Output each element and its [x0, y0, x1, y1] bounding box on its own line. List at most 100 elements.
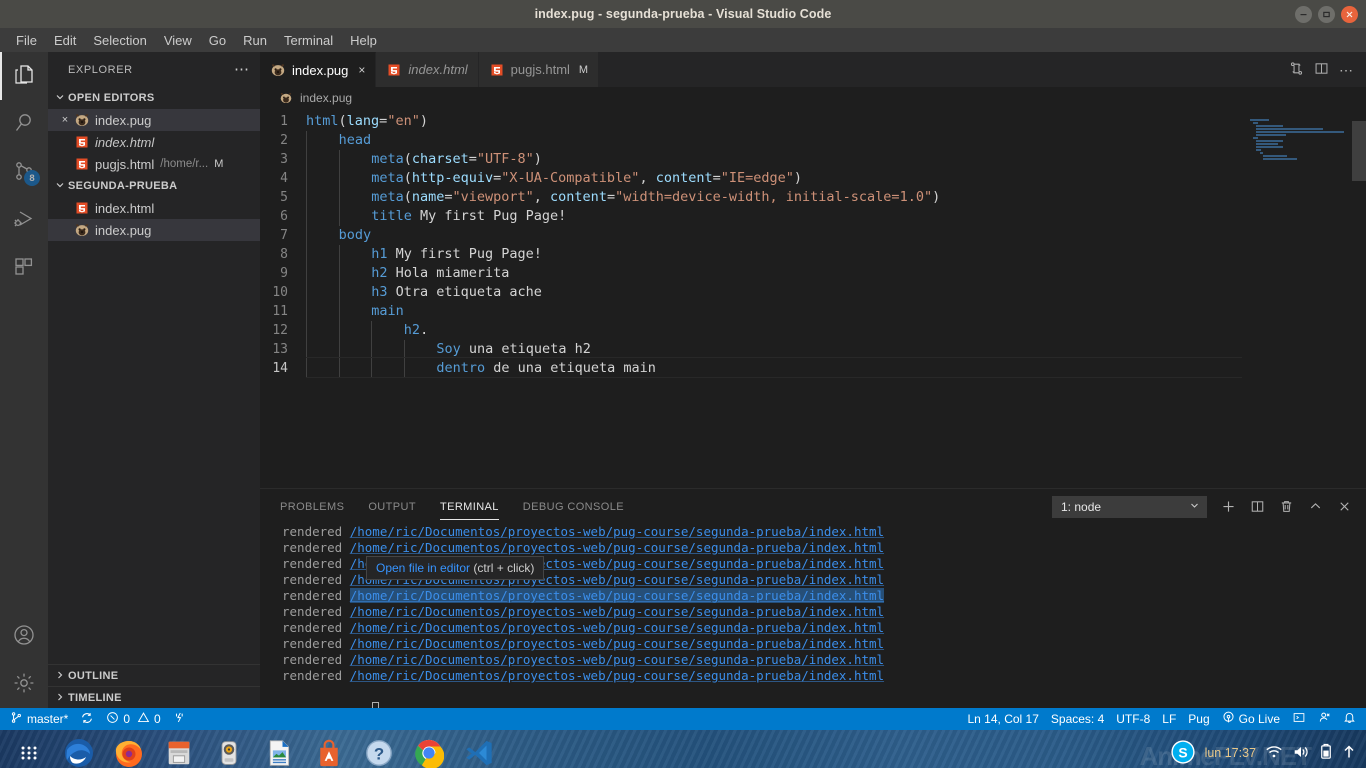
- breadcrumb-label[interactable]: index.pug: [300, 91, 352, 105]
- status-encoding[interactable]: UTF-8: [1110, 708, 1156, 730]
- panel-tab-problems[interactable]: PROBLEMS: [280, 489, 344, 524]
- terminal-file-link[interactable]: /home/ric/Documentos/proyectos-web/pug-c…: [350, 620, 884, 635]
- timeline-section-header[interactable]: TIMELINE: [48, 686, 260, 708]
- status-language-mode[interactable]: Pug: [1182, 708, 1215, 730]
- terminal-selector[interactable]: 1: node: [1052, 495, 1207, 518]
- thunderbird-icon[interactable]: [56, 730, 102, 768]
- terminal-file-link[interactable]: /home/ric/Documentos/proyectos-web/pug-c…: [350, 668, 884, 683]
- code-editor[interactable]: 1 html(lang="en") 2 head 3 meta(charset="UTF-…: [260, 109, 1366, 488]
- maximize-button[interactable]: [1318, 5, 1335, 23]
- activity-search[interactable]: [0, 100, 48, 148]
- panel-tab-terminal[interactable]: TERMINAL: [439, 489, 499, 524]
- minimap[interactable]: [1242, 109, 1352, 488]
- dropdown-icon[interactable]: [1342, 744, 1356, 763]
- open-editor-index-pug[interactable]: × index.pug: [48, 109, 260, 131]
- files-manager-icon[interactable]: [156, 730, 202, 768]
- menu-help[interactable]: Help: [342, 31, 385, 50]
- tab-index-html[interactable]: index.html: [376, 52, 479, 87]
- status-eol[interactable]: LF: [1156, 708, 1182, 730]
- file-tree-index-html[interactable]: index.html: [48, 197, 260, 219]
- menu-edit[interactable]: Edit: [46, 31, 84, 50]
- volume-icon[interactable]: [1292, 744, 1310, 763]
- code-line[interactable]: 14 dentro de una etiqueta main: [260, 357, 1366, 378]
- code-line[interactable]: 3 meta(charset="UTF-8"): [260, 150, 1366, 169]
- status-branch[interactable]: master*: [4, 708, 74, 730]
- code-line[interactable]: 12 h2.: [260, 321, 1366, 340]
- open-editors-section-header[interactable]: OPEN EDITORS: [48, 87, 260, 109]
- activity-extensions[interactable]: [0, 244, 48, 292]
- app-grid-icon[interactable]: [6, 730, 52, 768]
- vscode-icon[interactable]: [456, 730, 502, 768]
- activity-source-control[interactable]: 8: [0, 148, 48, 196]
- taskbar-clock[interactable]: lun 17:37: [1205, 746, 1256, 760]
- status-open-terminal[interactable]: [1286, 708, 1312, 730]
- menu-file[interactable]: File: [8, 31, 45, 50]
- terminal-file-link[interactable]: /home/ric/Documentos/proyectos-web/pug-c…: [350, 524, 884, 539]
- terminal-file-link[interactable]: /home/ric/Documentos/proyectos-web/pug-c…: [350, 652, 884, 667]
- code-line[interactable]: 7 body: [260, 226, 1366, 245]
- code-line[interactable]: 4 meta(http-equiv = "X-UA-Compatible", cont…: [260, 169, 1366, 188]
- new-terminal-icon[interactable]: [1221, 499, 1236, 514]
- libreoffice-icon[interactable]: [256, 730, 302, 768]
- code-line[interactable]: 1 html(lang="en"): [260, 112, 1366, 131]
- kill-terminal-icon[interactable]: [1279, 499, 1294, 514]
- close-icon[interactable]: ×: [56, 114, 74, 126]
- status-feedback[interactable]: [1312, 708, 1337, 730]
- minimize-button[interactable]: [1295, 5, 1312, 23]
- status-problems[interactable]: 0 0: [100, 708, 166, 730]
- code-line[interactable]: 5 meta(name="viewport", content="width=de…: [260, 188, 1366, 207]
- help-icon[interactable]: ?: [356, 730, 402, 768]
- code-line[interactable]: 6 title My first Pug Page!: [260, 207, 1366, 226]
- explorer-more-icon[interactable]: ⋯: [234, 62, 250, 77]
- more-actions-icon[interactable]: ⋯: [1339, 63, 1354, 77]
- status-cursor-position[interactable]: Ln 14, Col 17: [962, 708, 1045, 730]
- split-pug-preview-icon[interactable]: [1289, 61, 1304, 79]
- split-terminal-icon[interactable]: [1250, 499, 1265, 514]
- open-editor-pugjs-html[interactable]: pugjs.html /home/r... M: [48, 153, 260, 175]
- activity-run-debug[interactable]: [0, 196, 48, 244]
- file-tree-index-pug[interactable]: index.pug: [48, 219, 260, 241]
- panel-tab-output[interactable]: OUTPUT: [368, 489, 416, 524]
- scrollbar-thumb[interactable]: [1352, 121, 1366, 181]
- menu-go[interactable]: Go: [201, 31, 234, 50]
- menu-view[interactable]: View: [156, 31, 200, 50]
- rhythmbox-icon[interactable]: [206, 730, 252, 768]
- close-button[interactable]: [1341, 5, 1358, 23]
- code-line[interactable]: 13 Soy una etiqueta h2: [260, 340, 1366, 359]
- status-indentation[interactable]: Spaces: 4: [1045, 708, 1110, 730]
- activity-settings[interactable]: [0, 660, 48, 708]
- open-editor-index-html[interactable]: index.html: [48, 131, 260, 153]
- activity-explorer[interactable]: [0, 52, 48, 100]
- editor-scrollbar[interactable]: [1352, 109, 1366, 488]
- menu-terminal[interactable]: Terminal: [276, 31, 341, 50]
- code-line[interactable]: 11 main: [260, 302, 1366, 321]
- status-ports[interactable]: [167, 708, 192, 730]
- status-go-live[interactable]: Go Live: [1216, 708, 1286, 730]
- code-line[interactable]: 8 h1 My first Pug Page!: [260, 245, 1366, 264]
- activity-accounts[interactable]: [0, 612, 48, 660]
- code-line[interactable]: 2 head: [260, 131, 1366, 150]
- folder-section-header[interactable]: SEGUNDA-PRUEBA: [48, 175, 260, 197]
- panel-tab-debug-console[interactable]: DEBUG CONSOLE: [523, 489, 624, 524]
- battery-icon[interactable]: [1319, 743, 1333, 763]
- wifi-icon[interactable]: [1265, 744, 1283, 763]
- maximize-panel-icon[interactable]: [1308, 499, 1323, 514]
- status-notifications[interactable]: [1337, 708, 1362, 730]
- code-line[interactable]: 9 h2 Hola miamerita: [260, 264, 1366, 283]
- menu-run[interactable]: Run: [235, 31, 275, 50]
- terminal-file-link[interactable]: /home/ric/Documentos/proyectos-web/pug-c…: [349, 588, 885, 603]
- firefox-icon[interactable]: [106, 730, 152, 768]
- chrome-icon[interactable]: [406, 730, 452, 768]
- skype-icon[interactable]: S: [1170, 739, 1196, 768]
- code-line[interactable]: 10 h3 Otra etiqueta ache: [260, 283, 1366, 302]
- close-icon[interactable]: ×: [358, 63, 365, 77]
- status-sync[interactable]: [74, 708, 100, 730]
- tab-pugjs-html[interactable]: pugjs.html M: [478, 52, 600, 87]
- ubuntu-software-icon[interactable]: [306, 730, 352, 768]
- close-panel-icon[interactable]: [1337, 499, 1352, 514]
- outline-section-header[interactable]: OUTLINE: [48, 664, 260, 686]
- terminal-file-link[interactable]: /home/ric/Documentos/proyectos-web/pug-c…: [350, 540, 884, 555]
- terminal-file-link[interactable]: /home/ric/Documentos/proyectos-web/pug-c…: [350, 604, 884, 619]
- split-editor-icon[interactable]: [1314, 61, 1329, 79]
- menu-selection[interactable]: Selection: [85, 31, 154, 50]
